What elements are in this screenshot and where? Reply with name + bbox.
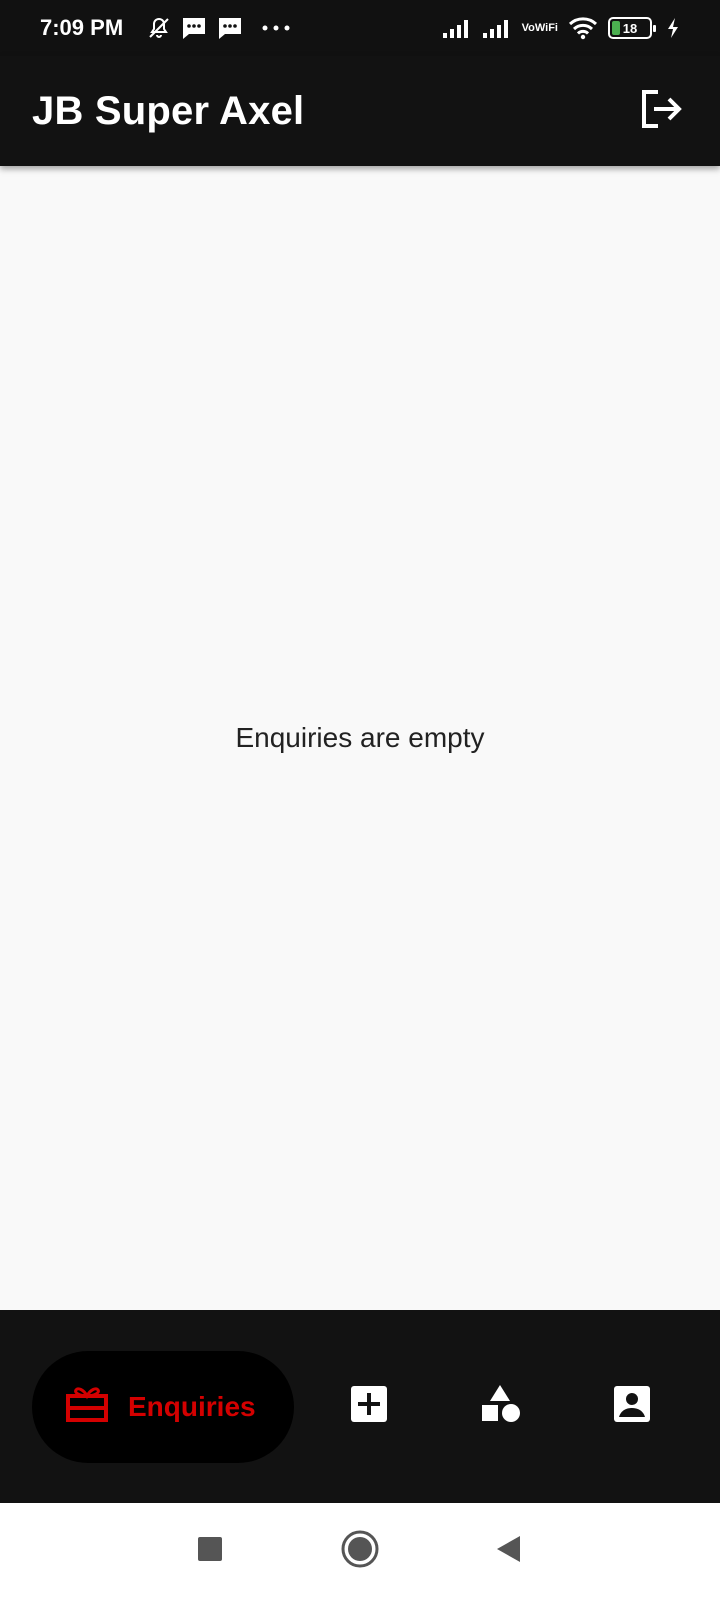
screen: 7:09 PM Vo WiFi 18 JB Super Axel Enquiri… (0, 0, 720, 1600)
charging-icon (666, 17, 680, 39)
recents-square-icon (197, 1536, 223, 1567)
status-bar: 7:09 PM Vo WiFi 18 (0, 0, 720, 56)
nav-item-profile[interactable] (600, 1374, 664, 1438)
signal-icon (482, 17, 512, 39)
app-title: JB Super Axel (32, 88, 305, 133)
nav-item-add[interactable] (337, 1374, 401, 1438)
home-circle-icon (340, 1529, 380, 1574)
message-icon (181, 16, 207, 40)
nav-item-enquiries-label: Enquiries (128, 1390, 256, 1422)
home-button[interactable] (336, 1528, 384, 1576)
account-box-icon (613, 1385, 651, 1428)
bottom-navigation: Enquiries (0, 1310, 720, 1503)
content-area: Enquiries are empty (0, 166, 720, 1310)
mute-bell-icon (147, 16, 171, 40)
app-bar: JB Super Axel (0, 56, 720, 166)
signal-icon (442, 17, 472, 39)
status-right: Vo WiFi 18 (442, 16, 680, 40)
status-left: 7:09 PM (40, 15, 291, 41)
status-time: 7:09 PM (40, 15, 124, 40)
logout-button[interactable] (630, 79, 694, 143)
system-navigation-bar (0, 1503, 720, 1600)
nav-item-categories[interactable] (469, 1374, 533, 1438)
wifi-icon (568, 16, 598, 40)
empty-state-message: Enquiries are empty (235, 722, 485, 753)
vowifi-line2: WiFi (534, 21, 558, 34)
back-button[interactable] (484, 1528, 532, 1576)
nav-item-enquiries[interactable]: Enquiries (32, 1350, 294, 1463)
battery-icon: 18 (608, 17, 656, 39)
battery-level: 18 (622, 20, 638, 36)
message-icon (217, 16, 243, 40)
shapes-icon (480, 1383, 522, 1430)
back-triangle-icon (494, 1534, 522, 1569)
vowifi-icon: Vo WiFi (521, 21, 558, 34)
more-dots-icon (261, 24, 291, 32)
add-box-icon (350, 1385, 388, 1428)
vowifi-line1: Vo (521, 21, 535, 34)
enquiries-icon (66, 1384, 108, 1429)
logout-icon (640, 89, 684, 134)
recents-button[interactable] (186, 1528, 234, 1576)
